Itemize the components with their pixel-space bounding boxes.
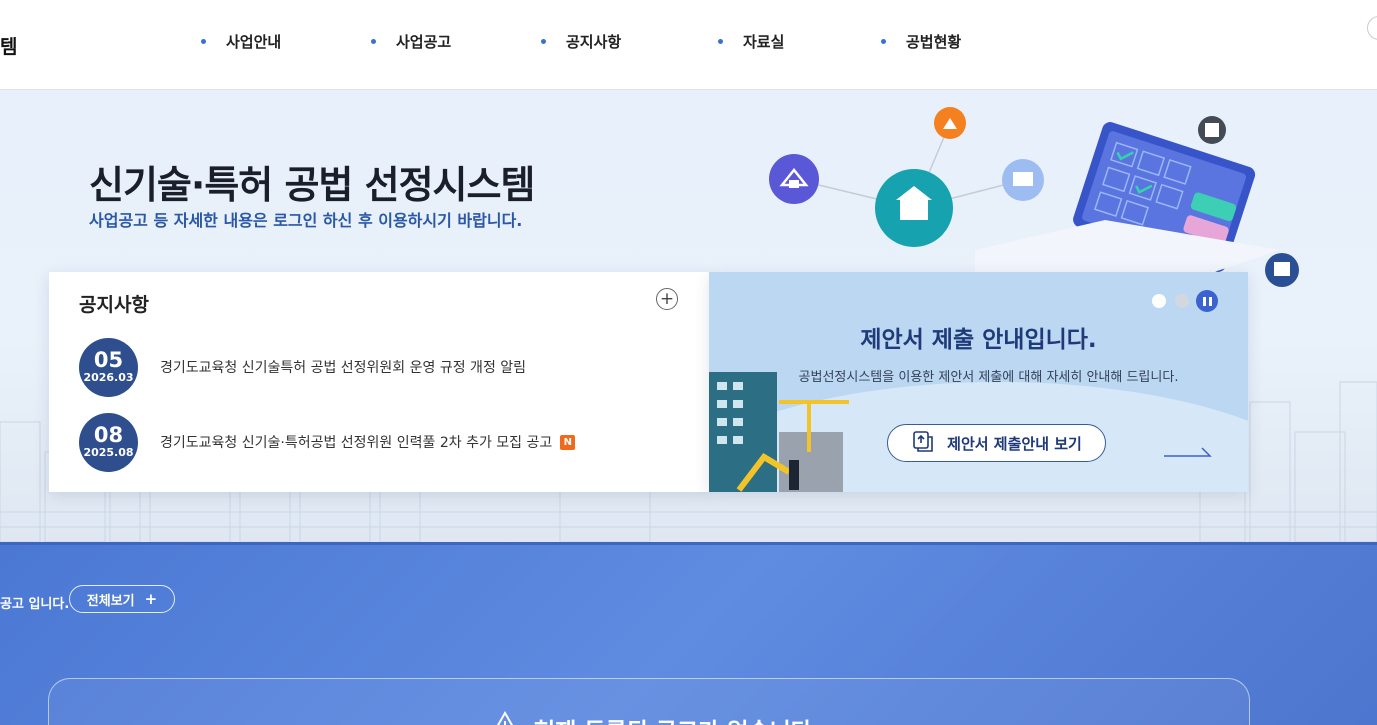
date-year-month: 2026.03 xyxy=(83,371,134,384)
nav-item-method-status[interactable]: 공법현황 xyxy=(881,30,961,52)
nav-bullet-icon xyxy=(718,38,723,44)
announcement-section: 공고 입니다. 전체보기 + 현재 등록된 공고가 없습니다 xyxy=(0,542,1377,725)
nav-label: 자료실 xyxy=(743,32,785,51)
proposal-banner: 제안서 제출 안내입니다. 공법선정시스템을 이용한 제안서 제출에 대해 자세… xyxy=(709,272,1248,492)
nav-label: 사업안내 xyxy=(226,32,282,51)
notice-item-text: 경기도교육청 신기술·특허공법 선정위원 인력풀 2차 추가 모집 공고 xyxy=(160,435,553,451)
slide-indicator-2[interactable] xyxy=(1175,294,1189,308)
view-all-button[interactable]: 전체보기 + xyxy=(69,585,175,613)
notice-item-title[interactable]: 경기도교육청 신기술특허 공법 선정위원회 운영 규정 개정 알림 xyxy=(160,357,526,377)
notice-item[interactable]: 08 2025.08 경기도교육청 신기술·특허공법 선정위원 인력풀 2차 추… xyxy=(79,412,576,472)
header-menu-button[interactable] xyxy=(1367,16,1377,40)
banner-title: 제안서 제출 안내입니다. xyxy=(860,327,1097,353)
plus-icon: + xyxy=(144,590,158,608)
notice-item-text: 경기도교육청 신기술특허 공법 선정위원회 운영 규정 개정 알림 xyxy=(160,360,527,376)
empty-message-text: 현재 등록된 공고가 없습니다 xyxy=(534,712,812,725)
document-upload-icon xyxy=(911,430,935,456)
date-badge: 05 2026.03 xyxy=(79,337,138,397)
notice-item[interactable]: 05 2026.03 경기도교육청 신기술특허 공법 선정위원회 운영 규정 개… xyxy=(79,337,526,397)
new-badge: N xyxy=(560,434,576,450)
nav-bullet-icon xyxy=(881,38,886,44)
system-network-illustration xyxy=(769,107,1299,290)
notice-panel-title: 공지사항 xyxy=(79,294,149,316)
proposal-guide-button[interactable]: 제안서 제출안내 보기 xyxy=(887,424,1106,462)
site-logo[interactable]: 템 xyxy=(0,32,17,59)
nav-item-resources[interactable]: 자료실 xyxy=(718,30,784,52)
nav-label: 공지사항 xyxy=(566,32,622,51)
date-day: 05 xyxy=(93,348,124,372)
empty-announcement-box: 현재 등록된 공고가 없습니다 xyxy=(48,678,1250,725)
notice-item-title[interactable]: 경기도교육청 신기술·특허공법 선정위원 인력풀 2차 추가 모집 공고 N xyxy=(160,432,576,452)
hero-title: 신기술·특허 공법 선정시스템 xyxy=(89,163,535,207)
slide-indicator-1[interactable] xyxy=(1152,294,1166,308)
site-header: 템 사업안내 사업공고 공지사항 자료실 공법현황 xyxy=(0,0,1377,90)
nav-bullet-icon xyxy=(201,38,206,44)
hero-section: 신기술·특허 공법 선정시스템 사업공고 등 자세한 내용은 로그인 하신 후 … xyxy=(0,90,1377,542)
nav-bullet-icon xyxy=(541,38,546,44)
announcement-lead-text: 공고 입니다. xyxy=(0,597,70,612)
nav-item-business-guide[interactable]: 사업안내 xyxy=(201,30,281,52)
banner-description: 공법선정시스템을 이용한 제안서 제출에 대해 자세히 안내해 드립니다. xyxy=(798,370,1179,385)
nav-label: 공법현황 xyxy=(906,32,962,51)
view-all-label: 전체보기 xyxy=(86,593,135,609)
nav-bullet-icon xyxy=(371,38,376,44)
warning-icon xyxy=(488,710,522,725)
slider-controls xyxy=(1143,290,1218,312)
notice-panel: 공지사항 + 05 2026.03 경기도교육청 신기술특허 공법 선정위원회 … xyxy=(49,272,709,492)
pause-icon[interactable] xyxy=(1196,290,1218,312)
nav-label: 사업공고 xyxy=(396,32,452,51)
hero-subtitle: 사업공고 등 자세한 내용은 로그인 하신 후 이용하시기 바랍니다. xyxy=(89,211,523,230)
nav-item-announcements[interactable]: 공지사항 xyxy=(541,30,621,52)
date-day: 08 xyxy=(93,423,124,447)
arrow-right-icon[interactable] xyxy=(1164,446,1214,458)
date-badge: 08 2025.08 xyxy=(79,412,138,472)
nav-item-business-notice[interactable]: 사업공고 xyxy=(371,30,451,52)
proposal-guide-label: 제안서 제출안내 보기 xyxy=(947,434,1082,453)
empty-message: 현재 등록된 공고가 없습니다 xyxy=(49,710,1251,725)
date-year-month: 2025.08 xyxy=(83,446,134,459)
notice-more-button[interactable]: + xyxy=(656,288,678,310)
